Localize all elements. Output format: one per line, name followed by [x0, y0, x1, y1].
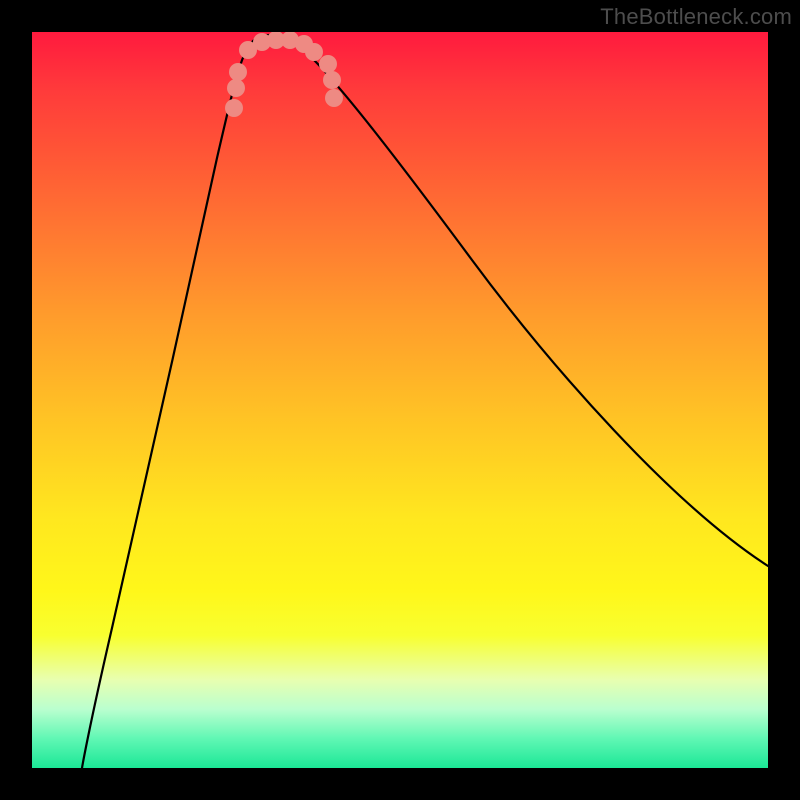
bottleneck-curve — [82, 35, 768, 768]
chart-frame: TheBottleneck.com — [0, 0, 800, 800]
marker-cluster — [225, 32, 343, 117]
plot-svg — [32, 32, 768, 768]
plot-area — [32, 32, 768, 768]
watermark-text: TheBottleneck.com — [600, 4, 792, 30]
